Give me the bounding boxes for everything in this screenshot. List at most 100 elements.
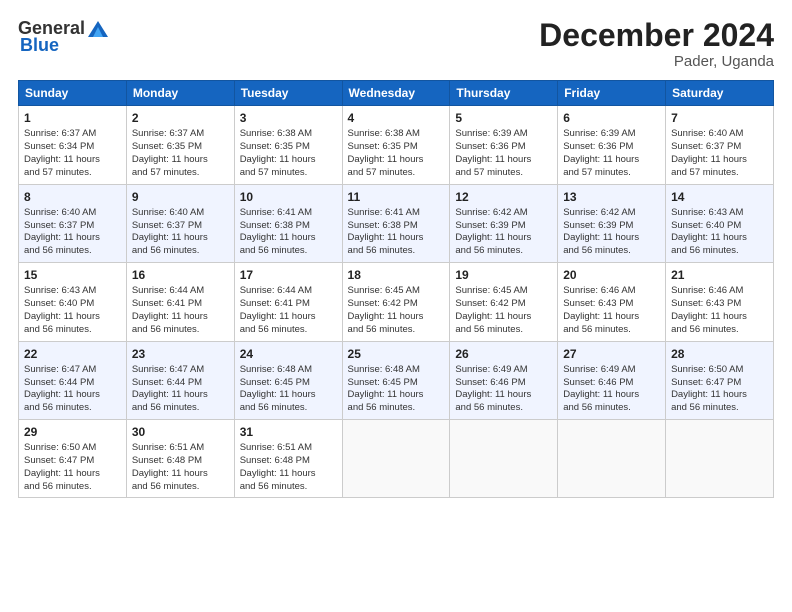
col-friday: Friday [558, 81, 666, 106]
list-item: 29 Sunrise: 6:50 AMSunset: 6:47 PMDayligh… [19, 419, 127, 497]
day-number: 9 [132, 189, 229, 205]
list-item: 9 Sunrise: 6:40 AMSunset: 6:37 PMDaylight… [126, 184, 234, 262]
day-info: Sunrise: 6:48 AMSunset: 6:45 PMDaylight:… [240, 364, 337, 415]
list-item: 17Sunrise: 6:44 AMSunset: 6:41 PMDayligh… [234, 263, 342, 341]
page: General Blue December 2024 Pader, Uganda… [0, 0, 792, 612]
list-item: 20 Sunrise: 6:46 AMSunset: 6:43 PMDayligh… [558, 263, 666, 341]
page-title: December 2024 [539, 18, 774, 53]
day-info: Sunrise: 6:45 AMSunset: 6:42 PMDaylight:… [348, 285, 445, 336]
list-item: 1Sunrise: 6:37 AMSunset: 6:34 PMDaylight… [19, 106, 127, 184]
day-info: Sunrise: 6:50 AMSunset: 6:47 PMDaylight:… [24, 442, 121, 493]
day-number: 29 [24, 424, 121, 440]
list-item: 21 Sunrise: 6:46 AMSunset: 6:43 PMDayligh… [666, 263, 774, 341]
day-info: Sunrise: 6:38 AMSunset: 6:35 PMDaylight:… [240, 128, 337, 179]
day-info: Sunrise: 6:43 AMSunset: 6:40 PMDaylight:… [671, 207, 768, 258]
logo-icon [88, 21, 108, 37]
list-item: 12 Sunrise: 6:42 AMSunset: 6:39 PMDayligh… [450, 184, 558, 262]
day-number: 20 [563, 267, 660, 283]
day-number: 30 [132, 424, 229, 440]
list-item: 8 Sunrise: 6:40 AMSunset: 6:37 PMDaylight… [19, 184, 127, 262]
day-number: 5 [455, 110, 552, 126]
list-item: 7 Sunrise: 6:40 AMSunset: 6:37 PMDaylight… [666, 106, 774, 184]
list-item: 22 Sunrise: 6:47 AMSunset: 6:44 PMDayligh… [19, 341, 127, 419]
day-number: 28 [671, 346, 768, 362]
title-area: December 2024 Pader, Uganda [539, 18, 774, 70]
day-info: Sunrise: 6:40 AMSunset: 6:37 PMDaylight:… [24, 207, 121, 258]
day-number: 10 [240, 189, 337, 205]
list-item: 18Sunrise: 6:45 AMSunset: 6:42 PMDayligh… [342, 263, 450, 341]
day-info: Sunrise: 6:41 AMSunset: 6:38 PMDaylight:… [348, 207, 445, 258]
day-number: 24 [240, 346, 337, 362]
page-subtitle: Pader, Uganda [539, 53, 774, 70]
list-item [558, 419, 666, 497]
day-number: 27 [563, 346, 660, 362]
day-info: Sunrise: 6:47 AMSunset: 6:44 PMDaylight:… [132, 364, 229, 415]
list-item [342, 419, 450, 497]
list-item: 10 Sunrise: 6:41 AMSunset: 6:38 PMDayligh… [234, 184, 342, 262]
header: General Blue December 2024 Pader, Uganda [18, 18, 774, 70]
day-info: Sunrise: 6:51 AMSunset: 6:48 PMDaylight:… [132, 442, 229, 493]
day-info: Sunrise: 6:40 AMSunset: 6:37 PMDaylight:… [671, 128, 768, 179]
day-info: Sunrise: 6:37 AMSunset: 6:35 PMDaylight:… [132, 128, 229, 179]
day-number: 7 [671, 110, 768, 126]
list-item: 2Sunrise: 6:37 AMSunset: 6:35 PMDaylight… [126, 106, 234, 184]
day-number: 1 [24, 110, 121, 126]
list-item: 19Sunrise: 6:45 AMSunset: 6:42 PMDayligh… [450, 263, 558, 341]
day-number: 21 [671, 267, 768, 283]
day-number: 15 [24, 267, 121, 283]
day-number: 11 [348, 189, 445, 205]
day-number: 22 [24, 346, 121, 362]
day-info: Sunrise: 6:39 AMSunset: 6:36 PMDaylight:… [563, 128, 660, 179]
day-info: Sunrise: 6:38 AMSunset: 6:35 PMDaylight:… [348, 128, 445, 179]
list-item: 13 Sunrise: 6:42 AMSunset: 6:39 PMDayligh… [558, 184, 666, 262]
list-item: 27 Sunrise: 6:49 AMSunset: 6:46 PMDayligh… [558, 341, 666, 419]
day-number: 3 [240, 110, 337, 126]
day-number: 8 [24, 189, 121, 205]
day-number: 17 [240, 267, 337, 283]
col-sunday: Sunday [19, 81, 127, 106]
day-number: 12 [455, 189, 552, 205]
day-info: Sunrise: 6:43 AMSunset: 6:40 PMDaylight:… [24, 285, 121, 336]
col-saturday: Saturday [666, 81, 774, 106]
list-item: 15 Sunrise: 6:43 AMSunset: 6:40 PMDayligh… [19, 263, 127, 341]
list-item: 24 Sunrise: 6:48 AMSunset: 6:45 PMDayligh… [234, 341, 342, 419]
day-number: 6 [563, 110, 660, 126]
day-number: 13 [563, 189, 660, 205]
day-number: 23 [132, 346, 229, 362]
list-item: 31Sunrise: 6:51 AMSunset: 6:48 PMDayligh… [234, 419, 342, 497]
calendar-header-row: Sunday Monday Tuesday Wednesday Thursday… [19, 81, 774, 106]
day-info: Sunrise: 6:49 AMSunset: 6:46 PMDaylight:… [455, 364, 552, 415]
day-number: 26 [455, 346, 552, 362]
day-info: Sunrise: 6:42 AMSunset: 6:39 PMDaylight:… [563, 207, 660, 258]
list-item: 3 Sunrise: 6:38 AMSunset: 6:35 PMDaylight… [234, 106, 342, 184]
day-info: Sunrise: 6:39 AMSunset: 6:36 PMDaylight:… [455, 128, 552, 179]
day-info: Sunrise: 6:46 AMSunset: 6:43 PMDaylight:… [563, 285, 660, 336]
logo-blue: Blue [20, 35, 59, 56]
table-row: 15 Sunrise: 6:43 AMSunset: 6:40 PMDayligh… [19, 263, 774, 341]
day-info: Sunrise: 6:50 AMSunset: 6:47 PMDaylight:… [671, 364, 768, 415]
day-number: 16 [132, 267, 229, 283]
day-number: 4 [348, 110, 445, 126]
table-row: 1Sunrise: 6:37 AMSunset: 6:34 PMDaylight… [19, 106, 774, 184]
day-info: Sunrise: 6:42 AMSunset: 6:39 PMDaylight:… [455, 207, 552, 258]
day-info: Sunrise: 6:40 AMSunset: 6:37 PMDaylight:… [132, 207, 229, 258]
list-item: 6 Sunrise: 6:39 AMSunset: 6:36 PMDaylight… [558, 106, 666, 184]
day-info: Sunrise: 6:47 AMSunset: 6:44 PMDaylight:… [24, 364, 121, 415]
day-info: Sunrise: 6:49 AMSunset: 6:46 PMDaylight:… [563, 364, 660, 415]
day-info: Sunrise: 6:46 AMSunset: 6:43 PMDaylight:… [671, 285, 768, 336]
day-info: Sunrise: 6:51 AMSunset: 6:48 PMDaylight:… [240, 442, 337, 493]
col-thursday: Thursday [450, 81, 558, 106]
logo: General Blue [18, 18, 108, 56]
list-item: 23 Sunrise: 6:47 AMSunset: 6:44 PMDayligh… [126, 341, 234, 419]
day-info: Sunrise: 6:48 AMSunset: 6:45 PMDaylight:… [348, 364, 445, 415]
day-info: Sunrise: 6:44 AMSunset: 6:41 PMDaylight:… [132, 285, 229, 336]
table-row: 8 Sunrise: 6:40 AMSunset: 6:37 PMDaylight… [19, 184, 774, 262]
col-wednesday: Wednesday [342, 81, 450, 106]
day-number: 19 [455, 267, 552, 283]
list-item: 5 Sunrise: 6:39 AMSunset: 6:36 PMDaylight… [450, 106, 558, 184]
day-info: Sunrise: 6:41 AMSunset: 6:38 PMDaylight:… [240, 207, 337, 258]
calendar-table: Sunday Monday Tuesday Wednesday Thursday… [18, 80, 774, 498]
list-item [666, 419, 774, 497]
table-row: 29 Sunrise: 6:50 AMSunset: 6:47 PMDayligh… [19, 419, 774, 497]
list-item: 25Sunrise: 6:48 AMSunset: 6:45 PMDayligh… [342, 341, 450, 419]
